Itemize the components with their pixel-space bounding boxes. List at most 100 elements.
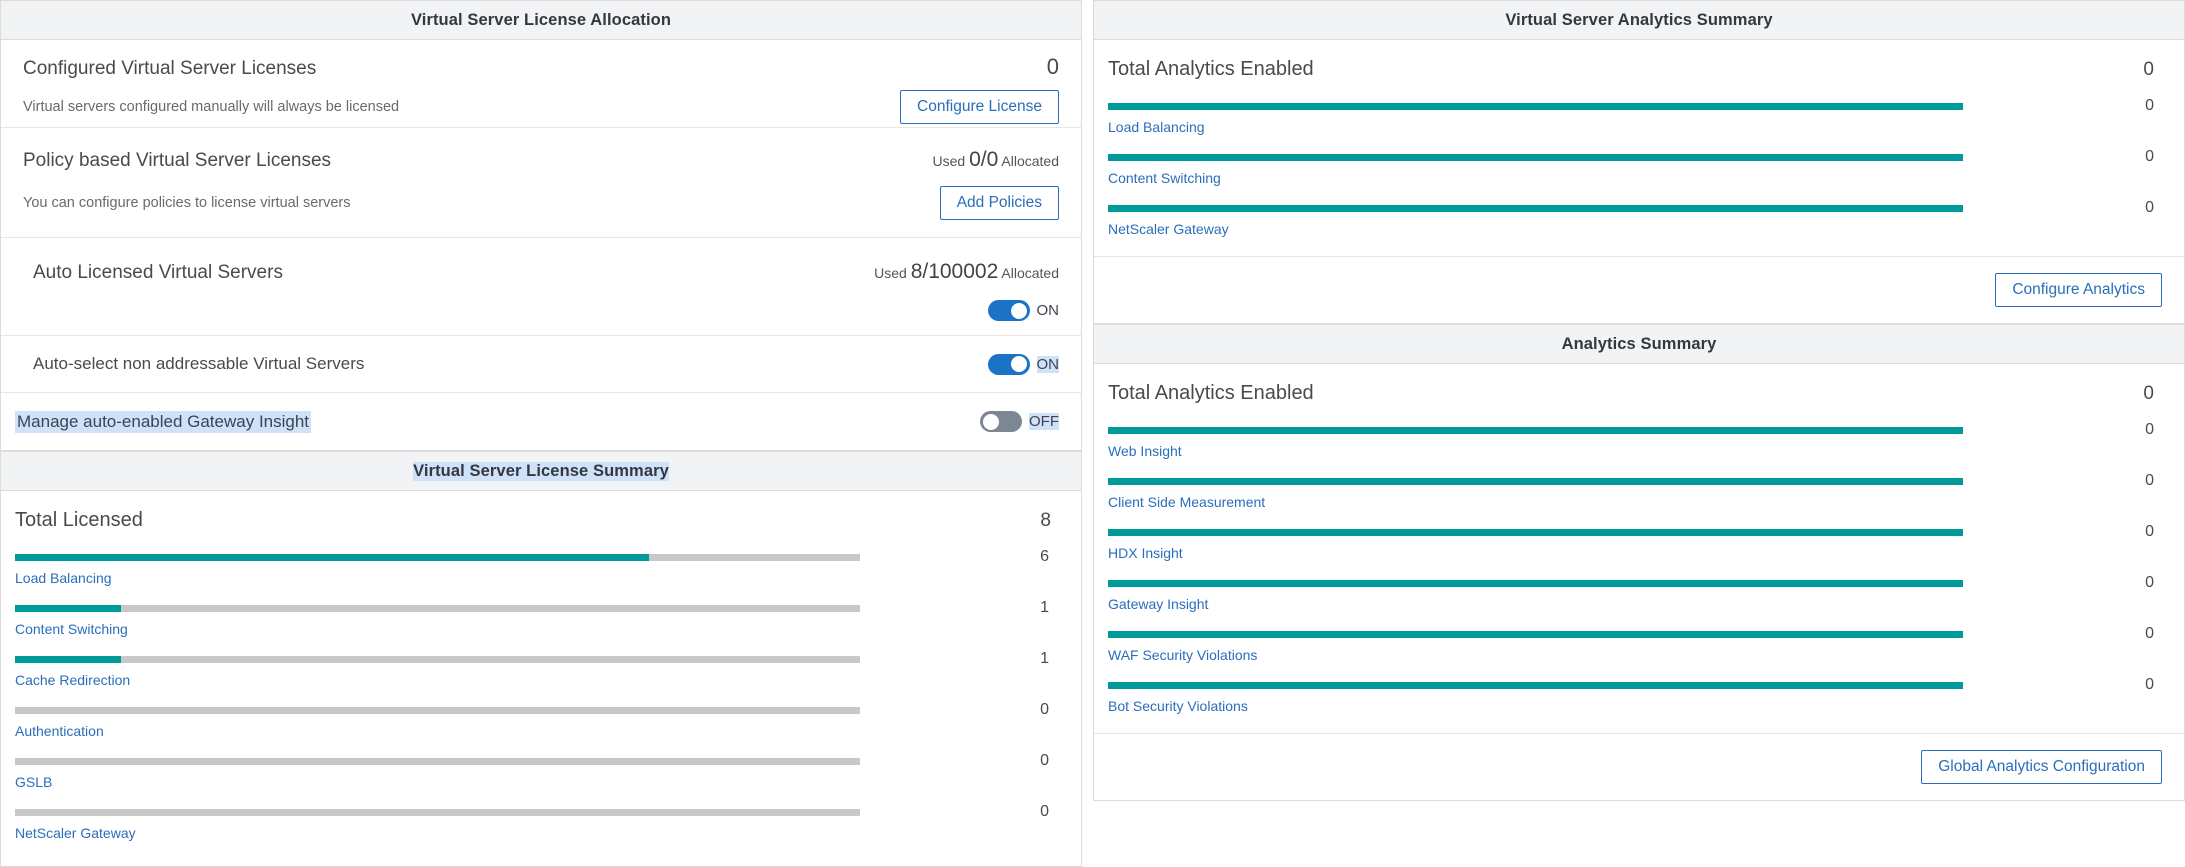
policy-usage-value: 0/0 <box>969 148 998 171</box>
bar-line: 6 <box>15 548 1059 566</box>
bar-value: 0 <box>1039 701 1059 719</box>
bar-line: 0 <box>1108 421 2162 439</box>
bar-track <box>1108 580 1963 587</box>
policy-licenses-usage: Used 0/0 Allocated <box>933 148 1060 172</box>
bar-fill <box>15 554 649 561</box>
row-auto-select-non-addressable: Auto-select non addressable Virtual Serv… <box>1 336 1081 393</box>
global-analytics-configuration-button[interactable]: Global Analytics Configuration <box>1921 750 2162 784</box>
bar-label-link[interactable]: WAF Security Violations <box>1108 647 1257 663</box>
bar-item: 6 Load Balancing <box>15 548 1059 588</box>
auto-licensed-title: Auto Licensed Virtual Servers <box>23 262 283 284</box>
bar-line: 0 <box>1108 148 2162 166</box>
bar-value: 0 <box>2142 148 2162 166</box>
bar-track <box>15 656 860 663</box>
bar-fill <box>15 605 121 612</box>
total-licensed-label: Total Licensed <box>15 509 143 532</box>
bar-track <box>1108 427 1963 434</box>
bar-item: 0 WAF Security Violations <box>1108 625 2162 665</box>
row-manage-gateway-insight: Manage auto-enabled Gateway Insight OFF <box>1 393 1081 450</box>
bar-track <box>15 554 860 561</box>
bar-item: 0 Gateway Insight <box>1108 574 2162 614</box>
bar-fill <box>1108 682 1963 689</box>
bar-fill <box>1108 478 1963 485</box>
gateway-insight-toggle[interactable] <box>980 411 1022 432</box>
bar-item: 1Cache Redirection <box>15 650 1059 690</box>
license-bar-list: 6 Load Balancing 1Content Switching 1Cache … <box>15 548 1059 843</box>
bar-line: 0 <box>1108 472 2162 490</box>
license-summary-header-text: Virtual Server License Summary <box>413 462 669 481</box>
bar-item: 0 NetScaler Gateway <box>1108 199 2162 239</box>
bar-label-link[interactable]: Bot Security Violations <box>1108 698 1248 714</box>
bar-track <box>15 758 860 765</box>
bar-label-link[interactable]: Authentication <box>15 723 104 739</box>
bar-track <box>15 605 860 612</box>
vserver-analytics-header-text: Virtual Server Analytics Summary <box>1505 11 1772 30</box>
bar-item: 0HDX Insight <box>1108 523 2162 563</box>
bar-label-link[interactable]: NetScaler Gateway <box>15 825 136 841</box>
bar-label-link[interactable]: Gateway Insight <box>1108 596 1208 612</box>
bar-fill <box>15 656 121 663</box>
bar-label-link[interactable]: Load Balancing <box>15 570 112 586</box>
configure-analytics-button[interactable]: Configure Analytics <box>1995 273 2162 307</box>
license-allocation-header-text: Virtual Server License Allocation <box>411 11 671 30</box>
auto-select-toggle-wrap[interactable]: ON <box>988 354 1060 375</box>
bar-line: 0 <box>15 803 1059 821</box>
bar-track <box>1108 205 1963 212</box>
bar-line: 0 <box>15 701 1059 719</box>
bar-value: 0 <box>2142 199 2162 217</box>
analytics-summary-header-text: Analytics Summary <box>1562 335 1717 354</box>
license-summary-panel: Virtual Server License Summary Total Lic… <box>0 451 1082 867</box>
bar-label-link[interactable]: Load Balancing <box>1108 119 1205 135</box>
bar-value: 0 <box>2142 97 2162 115</box>
bar-track <box>1108 529 1963 536</box>
bar-value: 0 <box>2142 625 2162 643</box>
bar-item: 0 Content Switching <box>1108 148 2162 188</box>
bar-label-link[interactable]: GSLB <box>15 774 52 790</box>
bar-label-link[interactable]: Cache Redirection <box>15 672 130 688</box>
bar-track <box>1108 103 1963 110</box>
bar-track <box>1108 478 1963 485</box>
analytics-summary-header: Analytics Summary <box>1094 324 2184 364</box>
configure-analytics-row: Configure Analytics <box>1094 256 2184 323</box>
row-policy-based-licenses: Policy based Virtual Server Licenses Use… <box>1 128 1081 238</box>
manage-gateway-insight-title: Manage auto-enabled Gateway Insight <box>15 411 311 433</box>
auto-licensed-toggle-wrap[interactable]: ON <box>988 300 1060 321</box>
analytics-total-row: Total Analytics Enabled 0 <box>1108 382 2162 405</box>
bar-item: 1Content Switching <box>15 599 1059 639</box>
add-policies-button[interactable]: Add Policies <box>940 186 1059 220</box>
bar-label-link[interactable]: Client Side Measurement <box>1108 494 1265 510</box>
bar-label-link[interactable]: NetScaler Gateway <box>1108 221 1229 237</box>
bar-fill <box>1108 205 1963 212</box>
bar-label-link[interactable]: Content Switching <box>15 621 128 637</box>
bar-label-link[interactable]: HDX Insight <box>1108 545 1183 561</box>
policy-licenses-subtitle: You can configure policies to license vi… <box>23 195 351 211</box>
bar-item: 0 Load Balancing <box>1108 97 2162 137</box>
auto-usage-value: 8/100002 <box>911 260 999 283</box>
auto-usage-prefix: Used <box>874 265 907 281</box>
left-column: Virtual Server License Allocation Config… <box>0 0 1082 811</box>
bar-line: 0 <box>1108 97 2162 115</box>
auto-select-toggle-label: ON <box>1037 356 1060 373</box>
bar-line: 0 <box>1108 676 2162 694</box>
auto-licensed-toggle[interactable] <box>988 300 1030 321</box>
bar-label-link[interactable]: Content Switching <box>1108 170 1221 186</box>
bar-fill <box>1108 154 1963 161</box>
bar-value: 0 <box>2142 574 2162 592</box>
configure-license-button[interactable]: Configure License <box>900 90 1059 124</box>
bar-track <box>15 707 860 714</box>
bar-value: 0 <box>1039 803 1059 821</box>
vserver-total-analytics-label: Total Analytics Enabled <box>1108 58 1314 81</box>
bar-value: 0 <box>2142 676 2162 694</box>
bar-fill <box>1108 529 1963 536</box>
bar-item: 0 Client Side Measurement <box>1108 472 2162 512</box>
bar-fill <box>1108 580 1963 587</box>
bar-item: 0 Bot Security Violations <box>1108 676 2162 716</box>
bar-value: 0 <box>2142 472 2162 490</box>
auto-select-toggle[interactable] <box>988 354 1030 375</box>
bar-fill <box>1108 103 1963 110</box>
gateway-insight-toggle-wrap[interactable]: OFF <box>980 411 1059 432</box>
license-summary-header: Virtual Server License Summary <box>1 451 1081 491</box>
gateway-insight-toggle-label: OFF <box>1029 413 1059 430</box>
license-summary-body: Total Licensed 8 6Load Balancing1Content… <box>1 491 1081 866</box>
bar-label-link[interactable]: Web Insight <box>1108 443 1182 459</box>
